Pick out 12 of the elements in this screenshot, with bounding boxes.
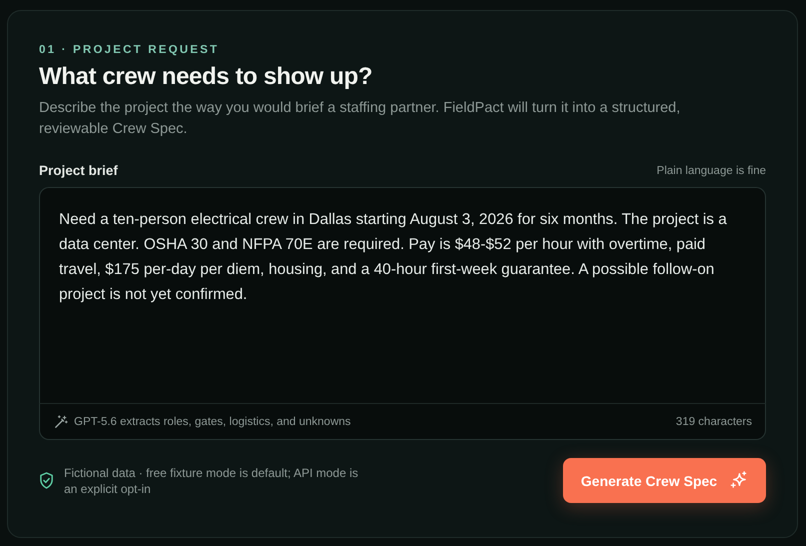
section-label: 01 · PROJECT REQUEST <box>39 43 220 57</box>
field-label: Project brief <box>39 163 118 178</box>
character-count: 319 characters <box>676 416 752 428</box>
heading: What crew needs to show up? <box>39 62 374 92</box>
notice-text: Fictional data · free fixture mode is default; API mode is an explicit opt-in <box>64 464 360 496</box>
description: Describe the project the way you would brief a staffing partner. FieldPact will turn it into a structured, reviewable Crew Spec. <box>39 99 682 139</box>
magic-wand-icon <box>54 414 68 428</box>
shield-check-icon <box>39 472 54 489</box>
sparkle-icon <box>729 471 748 490</box>
field-hint: Plain language is fine <box>656 164 766 176</box>
brief-text-area[interactable]: Need a ten-person electrical crew in Dallas starting August 3, 2026 for six months. The project is a data center. OSHA 30 and NFPA 70E are required. Pay is $48-$52 per hour with overtime, paid travel, $175 per-day per diem, housing, and a 40-hour first-week guarantee. A possible follow-on project is not yet confirmed. <box>39 187 766 404</box>
helper-text: GPT-5.6 extracts roles, gates, logistics, and unknowns <box>74 416 352 428</box>
